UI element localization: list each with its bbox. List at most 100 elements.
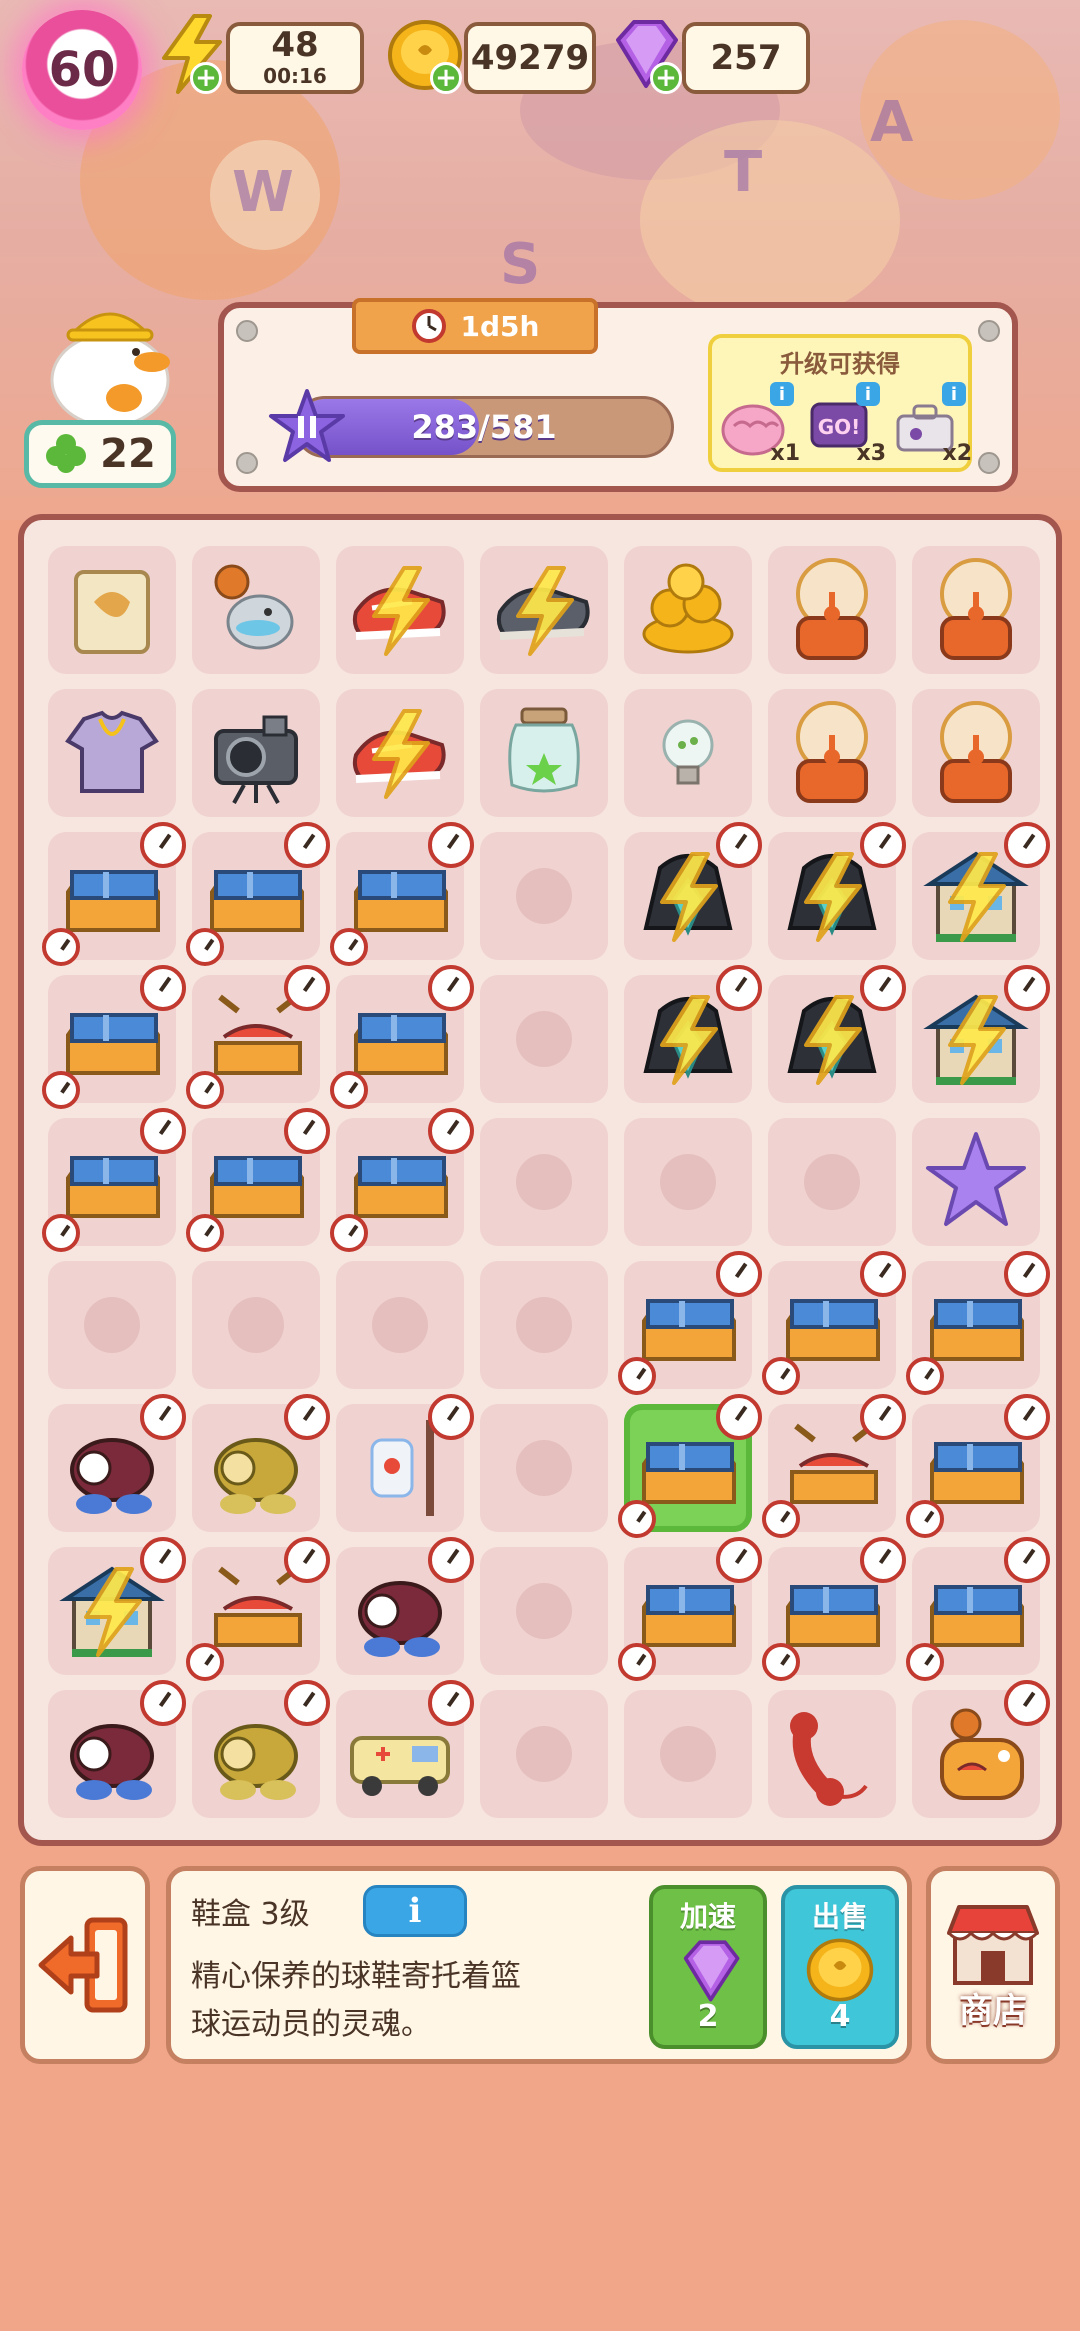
board-cell-empty[interactable] [480, 1261, 608, 1389]
clock-icon [411, 309, 446, 343]
board-cell-empty[interactable] [480, 975, 608, 1103]
board-cell-shoebox[interactable] [186, 822, 330, 966]
add-coins-button[interactable]: + [430, 62, 462, 94]
board-cell-shoebox[interactable] [330, 1108, 474, 1252]
board-cell-gumball-machine[interactable] [912, 546, 1040, 674]
board-cell-open-shoebox[interactable] [762, 1394, 906, 1538]
board-cell-empty[interactable] [48, 1261, 176, 1389]
timer-clock-icon [284, 1108, 330, 1154]
timer-clock-icon [716, 1537, 762, 1583]
board-cell-ambulance[interactable] [336, 1680, 474, 1818]
board-cell-hoodie[interactable] [768, 822, 906, 960]
board-cell-shoebox[interactable] [618, 1251, 762, 1395]
reward-go-sign[interactable]: GO! i x3 [804, 382, 886, 468]
board-cell-star[interactable] [912, 1118, 1040, 1246]
reward-info-icon[interactable]: i [856, 382, 880, 406]
board-cell-shoebox[interactable] [618, 1394, 762, 1538]
board-cell-sneakers[interactable] [336, 689, 464, 817]
item-info-button[interactable]: i [363, 1885, 467, 1937]
board-cell-empty[interactable] [480, 1118, 608, 1246]
timer-clock-icon [716, 965, 762, 1011]
board-cell-shoebox[interactable] [42, 965, 186, 1109]
energy-value: 48 [271, 25, 319, 65]
event-timer: 1d5h [460, 309, 540, 343]
board-cell-gumball-machine[interactable] [768, 546, 896, 674]
add-energy-button[interactable]: + [190, 62, 222, 94]
speedup-button[interactable]: 加速 2 [649, 1885, 767, 2049]
background-duck-shape [640, 120, 900, 320]
board-cell-lightbulb[interactable] [624, 689, 752, 817]
board-cell-camera[interactable] [192, 689, 320, 817]
board-cell-shoebox[interactable] [186, 1108, 330, 1252]
timer-clock-icon [428, 822, 474, 868]
board-cell-empty[interactable] [768, 1118, 896, 1246]
board-cell-empty[interactable] [480, 1690, 608, 1818]
timer-clock-icon [428, 965, 474, 1011]
gems-counter: 257 [682, 22, 810, 94]
board-cell-shoebox[interactable] [330, 965, 474, 1109]
board-cell-sitting-figure[interactable] [48, 1680, 186, 1818]
board-cell-gold-figure[interactable] [192, 1394, 330, 1532]
board-cell-gold-figure[interactable] [192, 1680, 330, 1818]
shop-button[interactable]: 商店 [926, 1866, 1060, 2064]
board-cell-empty[interactable] [480, 832, 608, 960]
xp-progress-bar: 283/581 [294, 396, 674, 458]
timer-clock-icon [1004, 1680, 1050, 1726]
board-cell-hoodie[interactable] [768, 965, 906, 1103]
timer-clock-icon [716, 1251, 762, 1297]
board-cell-gumball-machine[interactable] [912, 689, 1040, 817]
board-cell-gumball-machine[interactable] [768, 689, 896, 817]
timer-clock-icon [140, 1537, 186, 1583]
board-cell-empty[interactable] [336, 1261, 464, 1389]
worker-count-badge[interactable]: 22 [24, 420, 176, 488]
board-cell-telephone[interactable] [768, 1690, 896, 1818]
worker-duck-icon[interactable] [40, 300, 175, 430]
board-cell-building[interactable] [912, 965, 1050, 1103]
board-cell-shoebox[interactable] [906, 1537, 1050, 1681]
board-cell-empty[interactable] [192, 1261, 320, 1389]
board-cell-iv-bag[interactable] [336, 1394, 474, 1532]
reward-info-icon[interactable]: i [770, 382, 794, 406]
reward-info-icon[interactable]: i [942, 382, 966, 406]
board-cell-open-shoebox[interactable] [186, 1537, 330, 1681]
board-cell-empty[interactable] [480, 1404, 608, 1532]
board-cell-shoebox[interactable] [762, 1537, 906, 1681]
board-cell-shoebox[interactable] [906, 1394, 1050, 1538]
board-cell-cardboard-box[interactable] [48, 546, 176, 674]
board-cell-potion-jar[interactable] [480, 689, 608, 817]
board-cell-hoodie[interactable] [624, 822, 762, 960]
board-cell-tshirt[interactable] [48, 689, 176, 817]
board-cell-shoebox[interactable] [618, 1537, 762, 1681]
add-gems-button[interactable]: + [650, 62, 682, 94]
board-cell-gray-sneakers[interactable] [480, 546, 608, 674]
board-cell-building[interactable] [912, 822, 1050, 960]
board-cell-empty[interactable] [624, 1118, 752, 1246]
gem-icon [683, 1940, 740, 2002]
board-cell-open-shoebox[interactable] [186, 965, 330, 1109]
board-cell-shoebox[interactable] [330, 822, 474, 966]
board-cell-hoodie[interactable] [624, 965, 762, 1103]
order-panel: 1d5h 283/581 升级可获得 i x1 GO! i x3 i x2 [218, 298, 1018, 492]
board-cell-shoebox[interactable] [42, 822, 186, 966]
board-cell-sneakers[interactable] [336, 546, 464, 674]
item-description-line: 精心保养的球鞋寄托着篮 [191, 1959, 521, 1994]
exit-button[interactable] [20, 1866, 150, 2064]
board-cell-ball-fish[interactable] [192, 546, 320, 674]
timer-clock-icon [140, 1108, 186, 1154]
board-cell-empty[interactable] [624, 1690, 752, 1818]
reward-brain[interactable]: i x1 [718, 382, 800, 468]
level-rewards-box[interactable]: 升级可获得 i x1 GO! i x3 i x2 [708, 334, 972, 472]
player-level-badge[interactable]: 60 [22, 10, 142, 130]
board-cell-empty[interactable] [480, 1547, 608, 1675]
board-cell-snail-bot[interactable] [912, 1680, 1050, 1818]
board-cell-sitting-figure[interactable] [48, 1394, 186, 1532]
timer-clock-icon [860, 1537, 906, 1583]
board-cell-coin-pile[interactable] [624, 546, 752, 674]
board-cell-building[interactable] [48, 1537, 186, 1675]
board-cell-sitting-figure[interactable] [336, 1537, 474, 1675]
reward-toolbox[interactable]: i x2 [890, 382, 972, 468]
board-cell-shoebox[interactable] [42, 1108, 186, 1252]
board-cell-shoebox[interactable] [906, 1251, 1050, 1395]
sell-button[interactable]: 出售 4 [781, 1885, 899, 2049]
board-cell-shoebox[interactable] [762, 1251, 906, 1395]
